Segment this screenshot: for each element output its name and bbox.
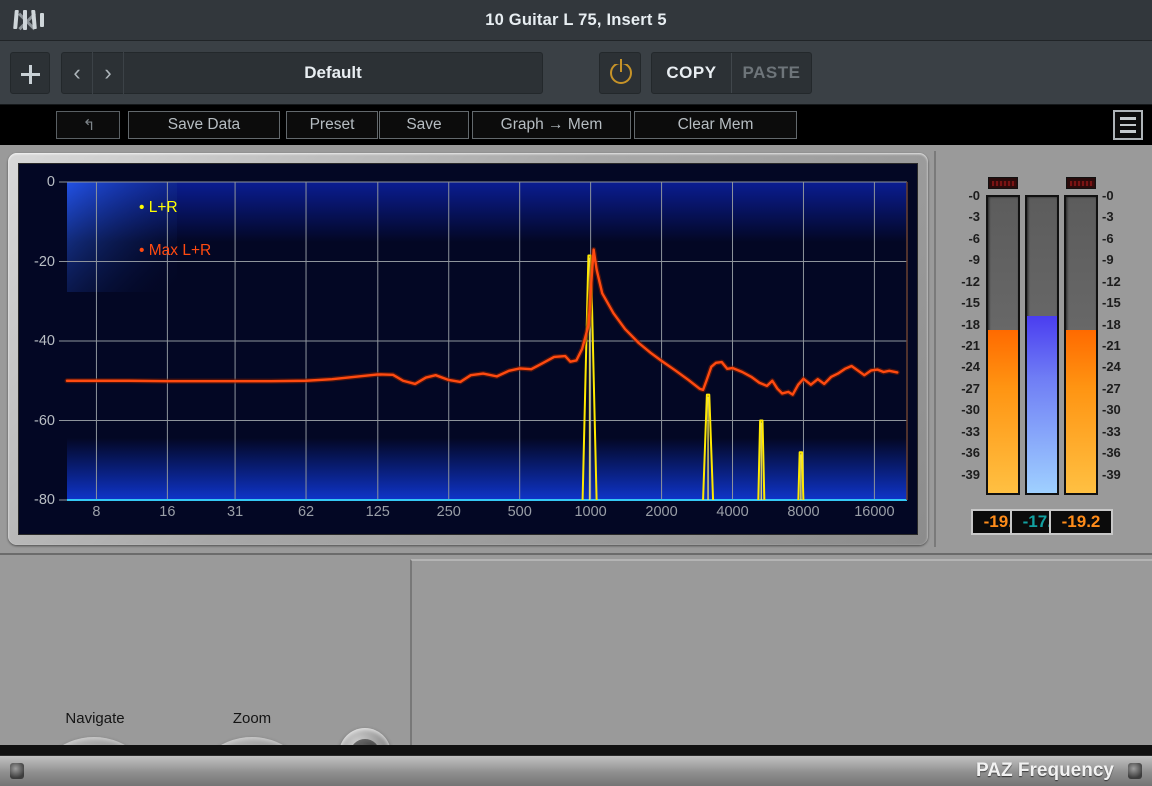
meter-scale-label: -3	[944, 209, 980, 224]
add-preset-button[interactable]	[10, 52, 50, 94]
clip-indicator-right[interactable]	[1066, 177, 1096, 189]
x-axis-tick-label: 62	[298, 504, 314, 520]
zoom-label: Zoom	[233, 710, 271, 727]
meter-scale-label: -39	[944, 467, 980, 482]
meter-scale-label: -6	[1102, 231, 1138, 246]
preset-name[interactable]: Default	[124, 63, 542, 83]
next-preset-button[interactable]: ›	[93, 52, 124, 94]
meter-scale-label: -30	[1102, 402, 1138, 417]
meter-scale-label: -24	[944, 359, 980, 374]
meter-scale-label: -15	[1102, 295, 1138, 310]
meter-scale-label: -36	[944, 445, 980, 460]
navigation-section	[0, 555, 408, 745]
meter-fill	[1066, 330, 1096, 493]
meter-scale-label: -18	[1102, 317, 1138, 332]
spectrum-chart-canvas	[19, 164, 918, 535]
meter-left[interactable]	[986, 195, 1020, 495]
analyzer-controls-section	[410, 559, 1152, 745]
x-axis-tick-label: 31	[227, 504, 243, 520]
meter-scale-label: -0	[944, 188, 980, 203]
meter-scale-label: -39	[1102, 467, 1138, 482]
toolbar-button-clear-mem[interactable]: Clear Mem	[634, 111, 797, 139]
x-axis-tick-label: 125	[366, 504, 390, 520]
plugin-name-label: PAZ Frequency	[976, 760, 1114, 782]
meter-scale-label: -12	[944, 274, 980, 289]
meter-scale-label: -3	[1102, 209, 1138, 224]
window-title: 10 Guitar L 75, Insert 5	[0, 0, 1152, 41]
y-axis-tick-label: -20	[34, 254, 55, 270]
plugin-window: 10 Guitar L 75, Insert 5 ‹ › Default COP…	[0, 0, 1152, 786]
resize-grip-left[interactable]	[10, 763, 24, 779]
toolbar-button-preset[interactable]: Preset	[286, 111, 378, 139]
meter-scale-label: -9	[944, 252, 980, 267]
x-axis-tick-label: 500	[508, 504, 532, 520]
y-axis-tick-label: -40	[34, 333, 55, 349]
legend-entry-max-lr: • Max L+R	[139, 242, 211, 260]
clip-indicator-left[interactable]	[988, 177, 1018, 189]
control-panel	[0, 553, 1152, 745]
waves-logo-icon	[12, 10, 46, 30]
meter-scale-label: -12	[1102, 274, 1138, 289]
x-axis-tick-label: 16	[159, 504, 175, 520]
meter-scale-label: -30	[944, 402, 980, 417]
meter-scale-label: -6	[944, 231, 980, 246]
meter-scale-label: -33	[944, 424, 980, 439]
toolbar-button-graph-mem[interactable]: Graph → Mem	[472, 111, 631, 139]
meter-scale-label: -27	[1102, 381, 1138, 396]
copy-paste-group: COPY PASTE	[651, 52, 812, 94]
meter-scale-label: -15	[944, 295, 980, 310]
x-axis-tick-label: 8000	[787, 504, 819, 520]
x-axis-tick-label: 8	[92, 504, 100, 520]
prev-preset-button[interactable]: ‹	[62, 52, 93, 94]
x-axis-tick-label: 250	[437, 504, 461, 520]
copy-button[interactable]: COPY	[652, 53, 732, 93]
x-axis-tick-label: 16000	[854, 504, 894, 520]
status-bar: PAZ Frequency	[0, 755, 1152, 786]
y-axis-tick-label: -80	[34, 492, 55, 508]
meter-sum[interactable]	[1025, 195, 1059, 495]
meter-track	[1064, 195, 1098, 495]
title-bar: 10 Guitar L 75, Insert 5	[0, 0, 1152, 41]
toolbar-button-save-data[interactable]: Save Data	[128, 111, 280, 139]
preset-bar: ‹ › Default COPY PASTE	[0, 41, 1152, 105]
x-axis-tick-label: 2000	[645, 504, 677, 520]
undo-button[interactable]: ↰	[56, 111, 120, 139]
meter-scale-label: -33	[1102, 424, 1138, 439]
level-meter-panel: -0 -3 -6 -9 -12 -15 -18 -21 -24 -27 -30 -33 -36 -39 -0…	[934, 151, 1146, 547]
meter-fill	[988, 330, 1018, 493]
power-button[interactable]	[599, 52, 641, 94]
y-axis-tick-label: -60	[34, 413, 55, 429]
meter-right[interactable]	[1064, 195, 1098, 495]
toolbar-button-save[interactable]: Save	[379, 111, 469, 139]
meter-scale-label: -27	[944, 381, 980, 396]
legend-entry-lr: • L+R	[139, 199, 178, 217]
preset-selector: ‹ › Default	[61, 52, 543, 94]
meter-fill	[1027, 316, 1057, 493]
meter-track	[1025, 195, 1059, 495]
navigate-label: Navigate	[65, 710, 124, 727]
meter-scale-label: -21	[1102, 338, 1138, 353]
meter-scale-label: -18	[944, 317, 980, 332]
meter-readout-right[interactable]: -19.2	[1049, 509, 1113, 535]
meter-scale-label: -21	[944, 338, 980, 353]
meter-scale-label: -9	[1102, 252, 1138, 267]
meter-scale-label: -24	[1102, 359, 1138, 374]
undo-icon: ↰	[74, 117, 104, 135]
x-axis-tick-label: 1000	[574, 504, 606, 520]
hamburger-menu-icon[interactable]	[1113, 110, 1143, 140]
spectrum-graph-bezel: 0 -20 -40 -60 -80 8 16 31 62 125 250 500 1000 2000 400…	[8, 153, 928, 545]
paste-button[interactable]: PASTE	[732, 53, 811, 93]
meter-track	[986, 195, 1020, 495]
meter-scale-label: -36	[1102, 445, 1138, 460]
meter-scale-label: -0	[1102, 188, 1138, 203]
x-axis-tick-label: 4000	[716, 504, 748, 520]
status-divider	[0, 745, 1152, 755]
y-axis-tick-label: 0	[47, 174, 55, 190]
plugin-body: 0 -20 -40 -60 -80 8 16 31 62 125 250 500 1000 2000 400…	[0, 145, 1152, 745]
spectrum-graph[interactable]: 0 -20 -40 -60 -80 8 16 31 62 125 250 500 1000 2000 400…	[18, 163, 918, 535]
resize-grip-right[interactable]	[1128, 763, 1142, 779]
